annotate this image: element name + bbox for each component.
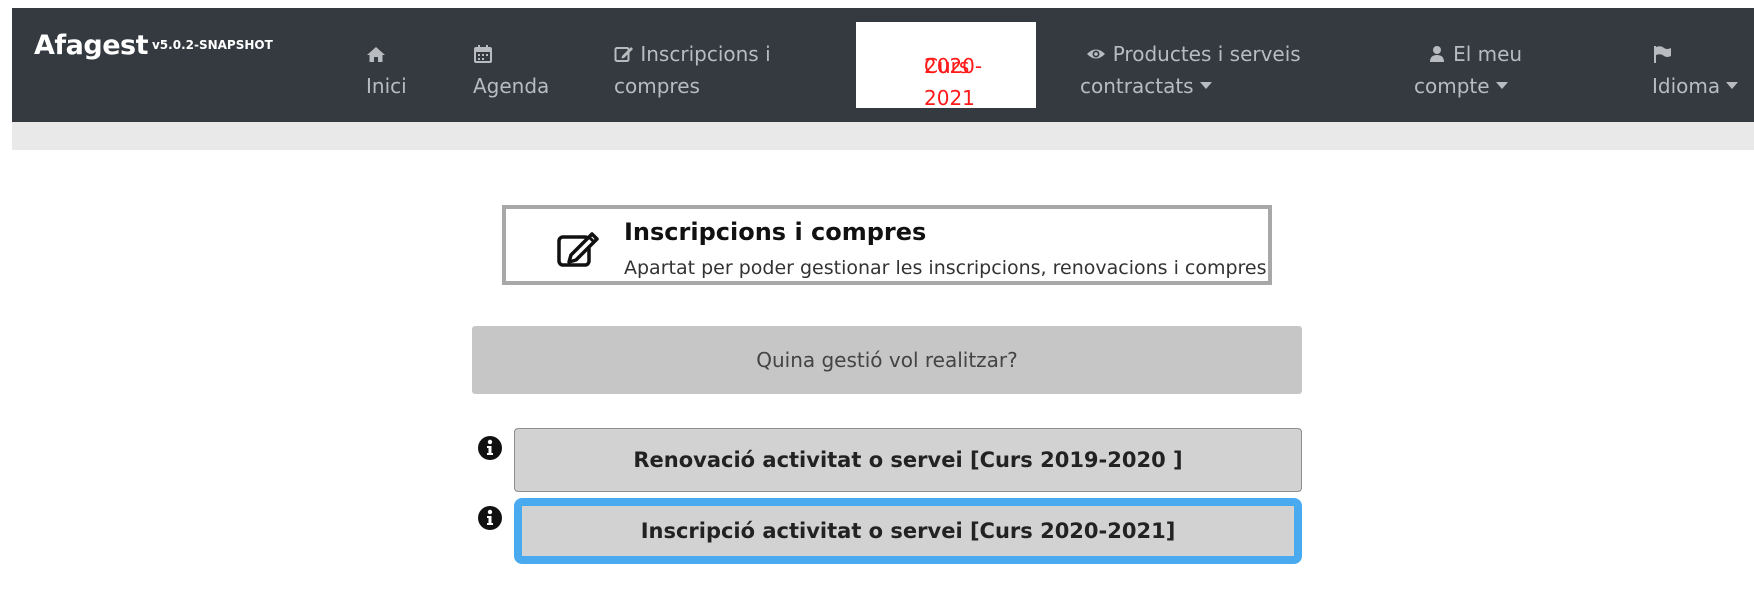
- eye-icon: [1087, 49, 1106, 59]
- renovacio-button[interactable]: Renovació activitat o servei [Curs 2019-…: [514, 428, 1302, 492]
- nav-compte[interactable]: El meu compte: [1414, 38, 1522, 102]
- section-title: Inscripcions i compres: [624, 218, 927, 246]
- nav-idioma-label: Idioma: [1652, 74, 1721, 98]
- chevron-down-icon: [1199, 82, 1212, 89]
- nav-compte-line1: El meu: [1453, 42, 1523, 66]
- calendar-icon: [474, 45, 492, 63]
- home-icon: [367, 47, 385, 62]
- nav-inici-label: Inici: [366, 74, 407, 98]
- brand[interactable]: Afagest v5.0.2-SNAPSHOT: [34, 30, 273, 61]
- brand-version: v5.0.2-SNAPSHOT: [151, 38, 273, 52]
- section-header: Inscripcions i compres Apartat per poder…: [502, 205, 1272, 285]
- info-icon[interactable]: [478, 436, 502, 460]
- nav-inscripcions-line2: compres: [614, 74, 700, 98]
- info-icon[interactable]: [478, 506, 502, 530]
- question-bar: Quina gestió vol realitzar?: [472, 326, 1302, 394]
- nav-curs-active[interactable]: Curs 2020-2021: [856, 22, 1036, 110]
- inscripcio-button[interactable]: Inscripció activitat o servei [Curs 2020…: [514, 498, 1302, 564]
- flag-icon: [1654, 46, 1671, 63]
- nav-inscripcions-line1: Inscripcions i: [640, 42, 771, 66]
- chevron-down-icon: [1726, 82, 1739, 89]
- nav-compte-line2: compte: [1414, 74, 1490, 98]
- nav-idioma[interactable]: Idioma: [1652, 38, 1739, 102]
- nav-productes-line1: Productes i serveis: [1112, 42, 1301, 66]
- section-subtitle: Apartat per poder gestionar les inscripc…: [624, 257, 1267, 279]
- nav-agenda[interactable]: Agenda: [473, 38, 549, 102]
- nav-curs-line2: 2020-2021: [924, 54, 983, 110]
- edit-icon: [614, 47, 633, 62]
- nav-inscripcions[interactable]: Inscripcions i compres: [614, 38, 771, 102]
- nav-productes[interactable]: Productes i serveis contractats: [1080, 38, 1301, 102]
- nav-agenda-label: Agenda: [473, 74, 550, 98]
- nav-inici[interactable]: Inici: [366, 38, 407, 102]
- brand-name: Afagest: [34, 30, 148, 61]
- user-icon: [1429, 46, 1444, 62]
- subheader-band: [12, 122, 1754, 150]
- edit-icon: [557, 232, 599, 267]
- nav-productes-line2: contractats: [1080, 74, 1194, 98]
- chevron-down-icon: [1495, 82, 1508, 89]
